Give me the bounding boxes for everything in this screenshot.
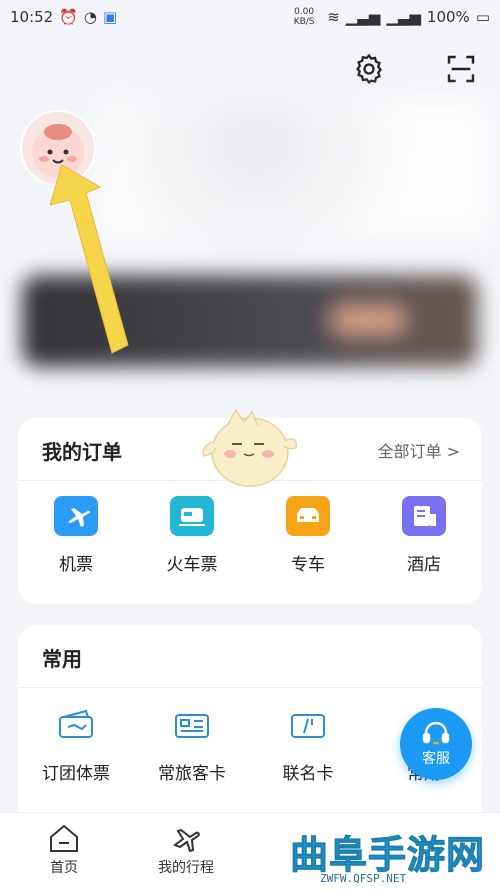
plane-ticket-icon	[54, 496, 98, 536]
common-label-co-branded: 联名卡	[282, 764, 334, 784]
settings-button[interactable]	[348, 48, 390, 90]
notification-icon: ◔	[83, 8, 98, 26]
order-label-hotel: 酒店	[407, 555, 441, 575]
battery-icon: ▭	[475, 8, 490, 26]
network-speed: 0.00 KB/S	[293, 7, 315, 27]
orders-title: 我的订单	[42, 440, 122, 464]
annotation-arrow-icon	[50, 165, 129, 354]
wifi-icon: ≋	[327, 8, 340, 26]
watermark-url: ZWFW.QFSP.NET	[320, 872, 407, 885]
common-label-group-ticket: 订团体票	[42, 764, 110, 784]
order-label-car: 专车	[291, 555, 325, 575]
home-icon	[50, 824, 78, 852]
plane-icon	[172, 828, 200, 853]
order-item-hotel[interactable]: 酒店	[374, 496, 474, 575]
signal-icon: ▁▃▅	[345, 8, 381, 26]
scan-icon	[447, 55, 475, 83]
order-label-train: 火车票	[166, 555, 218, 575]
shield-icon: ▣	[103, 8, 118, 26]
hotel-icon	[402, 496, 446, 536]
customer-service-label: 客服	[422, 751, 450, 767]
tab-home-label: 首页	[50, 860, 78, 876]
group-ticket-icon	[59, 709, 93, 738]
status-bar: 10:52 ⏰ ◔ ▣ 0.00 KB/S ≋ ▁▃▅ ▁▃▅ 100% ▭	[0, 0, 500, 34]
car-icon	[286, 496, 330, 536]
order-item-flight[interactable]: 机票	[26, 496, 126, 575]
blurred-profile-info	[100, 100, 490, 240]
order-label-flight: 机票	[59, 555, 93, 575]
divider	[18, 687, 482, 688]
tab-my-trips-label: 我的行程	[158, 860, 214, 876]
order-item-train[interactable]: 火车票	[142, 496, 242, 575]
headset-icon	[422, 721, 450, 745]
signal-4g-icon: ▁▃▅	[386, 8, 421, 26]
frequent-flyer-card-icon	[175, 714, 209, 738]
alarm-icon: ⏰	[59, 8, 78, 26]
gear-icon	[356, 53, 382, 85]
mascot-sticker-icon	[202, 408, 298, 487]
site-watermark: 曲阜手游网 ZWFW.QFSP.NET	[289, 824, 495, 886]
common-item-group-ticket[interactable]: 订团体票	[26, 705, 126, 784]
common-item-co-branded[interactable]: 联名卡	[258, 705, 358, 784]
common-label-frequent-flyer: 常旅客卡	[158, 764, 226, 784]
watermark-title: 曲阜手游网	[289, 833, 486, 878]
scan-button[interactable]	[440, 48, 482, 90]
common-item-frequent-flyer[interactable]: 常旅客卡	[142, 705, 242, 784]
tab-home[interactable]: 首页	[14, 823, 114, 877]
clock-time: 10:52	[10, 8, 54, 26]
common-title: 常用	[42, 647, 82, 671]
co-branded-card-icon	[291, 714, 325, 738]
customer-service-button[interactable]: 客服	[400, 708, 472, 780]
train-ticket-icon	[170, 496, 214, 536]
battery-level: 100%	[426, 8, 470, 26]
all-orders-link[interactable]: 全部订单 >	[378, 438, 461, 462]
order-item-car[interactable]: 专车	[258, 496, 358, 575]
tab-my-trips[interactable]: 我的行程	[136, 823, 236, 877]
